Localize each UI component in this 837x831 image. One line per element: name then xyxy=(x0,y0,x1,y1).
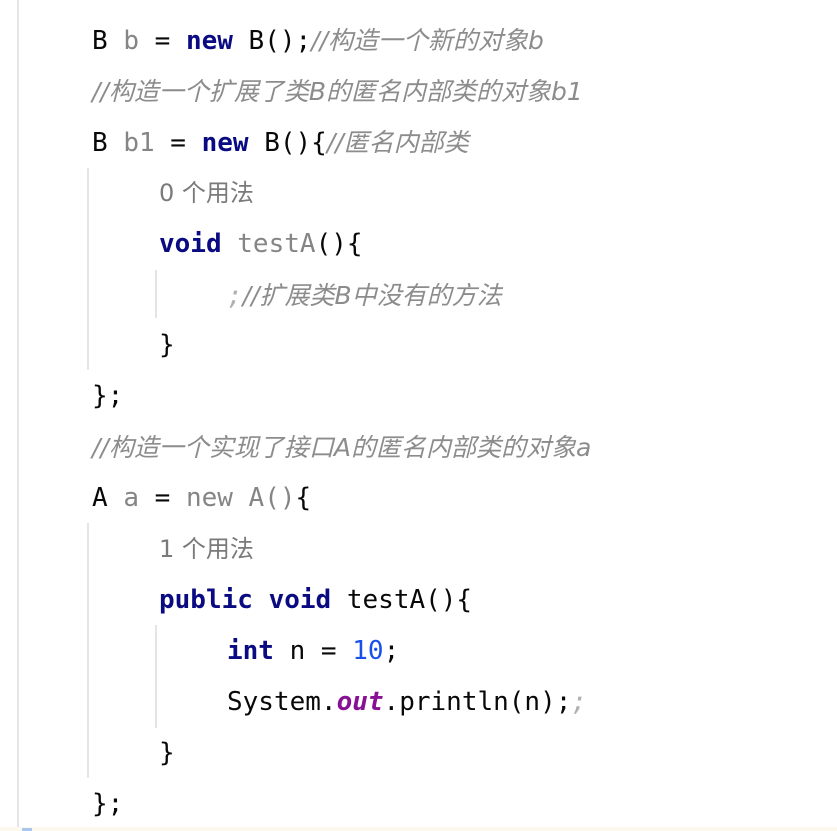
indent-guide xyxy=(87,523,89,778)
indent-guide xyxy=(155,625,157,728)
code-line[interactable]: B b1 = new B(){//匿名内部类 xyxy=(92,117,469,168)
indent-guide xyxy=(87,168,89,370)
code-token: B(){ xyxy=(248,127,327,158)
code-token: .println(n); xyxy=(383,686,572,717)
status-strip xyxy=(0,827,837,831)
code-line[interactable]: 0 个用法 xyxy=(159,168,254,219)
code-token: } xyxy=(159,737,175,768)
usage-hint[interactable]: 1 个用法 xyxy=(159,535,254,563)
code-token: }; xyxy=(92,788,124,819)
code-keyword: new xyxy=(201,127,249,158)
code-line[interactable]: ;//扩展类B中没有的方法 xyxy=(227,270,502,321)
code-comment: //匿名内部类 xyxy=(326,127,469,157)
code-keyword: public xyxy=(159,584,253,615)
code-line[interactable]: } xyxy=(159,728,175,779)
code-token: A xyxy=(92,483,124,514)
code-line[interactable]: //构造一个实现了接口A的匿名内部类的对象a xyxy=(92,422,591,473)
code-token: ; xyxy=(227,280,243,311)
code-token: } xyxy=(159,330,175,361)
code-token: System. xyxy=(227,686,337,717)
code-token: B(); xyxy=(232,26,312,56)
code-token: ; xyxy=(383,635,400,666)
editor-gutter-border xyxy=(17,0,19,831)
code-line[interactable]: System.out.println(n);; xyxy=(227,677,587,728)
code-token: 10 xyxy=(352,635,384,666)
code-token: out xyxy=(336,686,384,717)
code-token: a xyxy=(123,483,139,514)
code-token: n = xyxy=(273,635,353,666)
code-token: new A() xyxy=(185,483,296,514)
code-token: b1 xyxy=(123,127,155,158)
code-token: = xyxy=(154,127,202,158)
code-comment: //构造一个新的对象b xyxy=(311,26,544,55)
code-token: B xyxy=(92,26,124,56)
code-keyword: void xyxy=(159,228,222,259)
code-token: = xyxy=(138,483,186,514)
code-line[interactable]: public void testA(){ xyxy=(159,575,472,626)
code-token: { xyxy=(295,483,312,514)
code-line[interactable]: B b = new B();//构造一个新的对象b xyxy=(92,15,544,66)
code-token: testA(){ xyxy=(331,584,473,615)
code-line[interactable]: //构造一个扩展了类B的匿名内部类的对象b1 xyxy=(92,66,583,117)
code-line[interactable]: } xyxy=(159,320,175,371)
code-line[interactable]: 1 个用法 xyxy=(159,524,254,575)
usage-hint[interactable]: 0 个用法 xyxy=(159,179,254,207)
code-token: B xyxy=(92,127,124,158)
code-line[interactable]: int n = 10; xyxy=(227,626,399,677)
code-token: = xyxy=(138,26,186,56)
code-keyword: void xyxy=(268,584,332,615)
code-token: ; xyxy=(571,686,588,717)
code-line[interactable]: void testA(){ xyxy=(159,219,363,270)
code-line[interactable]: }; xyxy=(92,779,123,830)
code-line[interactable]: A a = new A(){ xyxy=(92,473,311,524)
code-token: (){ xyxy=(315,228,363,259)
code-comment: //构造一个扩展了类B的匿名内部类的对象b1 xyxy=(92,76,583,106)
code-keyword: new xyxy=(185,26,233,56)
code-keyword: int xyxy=(227,635,274,666)
code-line[interactable]: }; xyxy=(92,371,123,422)
code-token: b xyxy=(123,26,139,56)
code-token: }; xyxy=(92,381,124,412)
code-comment: //扩展类B中没有的方法 xyxy=(242,280,502,310)
code-comment: //构造一个实现了接口A的匿名内部类的对象a xyxy=(92,433,592,463)
indent-guide xyxy=(155,270,157,318)
code-token: testA xyxy=(237,228,316,259)
